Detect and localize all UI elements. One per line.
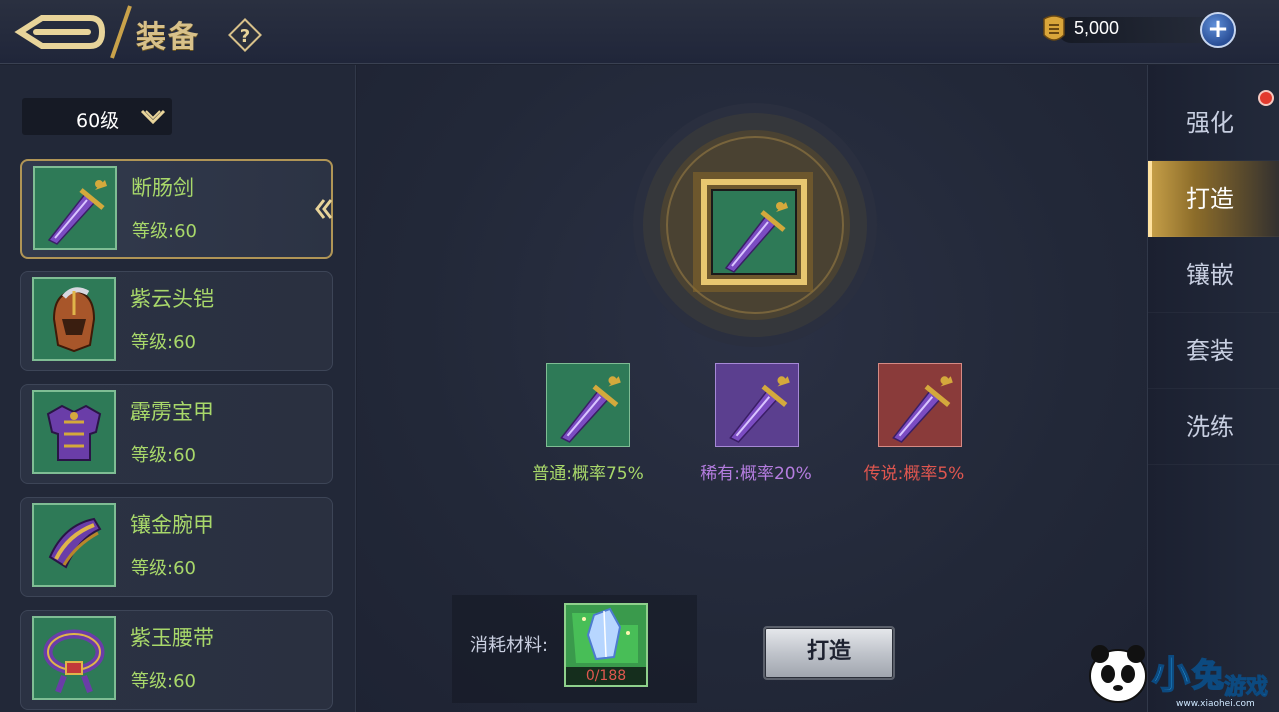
chevron-down-icon xyxy=(140,109,166,125)
equipment-level: 等级:60 xyxy=(131,671,196,692)
forge-altar xyxy=(633,103,877,347)
tab-inlay[interactable]: 镶嵌 xyxy=(1148,237,1279,313)
currency-value: 5,000 xyxy=(1074,18,1120,38)
svg-text:?: ? xyxy=(240,26,250,47)
material-label: 消耗材料: xyxy=(470,635,549,656)
svg-text:兔: 兔 xyxy=(1192,656,1224,694)
notification-dot xyxy=(1258,90,1274,106)
tab-refine[interactable]: 洗练 xyxy=(1148,389,1279,465)
material-slot[interactable]: 0/188 xyxy=(564,603,648,687)
svg-text:游戏: 游戏 xyxy=(1224,674,1268,700)
equipment-icon-frame xyxy=(32,503,116,587)
question-icon: ? xyxy=(228,18,262,52)
equipment-name: 紫玉腰带 xyxy=(130,626,214,650)
tab-label: 洗练 xyxy=(1186,413,1234,441)
equipment-item[interactable]: 镶金腕甲 等级:60 xyxy=(20,497,333,597)
back-arrow-icon xyxy=(14,15,106,49)
site-watermark-logo: 小 兔 游戏 www.xiaohei.com xyxy=(1089,645,1269,709)
equipment-name: 紫云头铠 xyxy=(130,287,214,311)
svg-text:www.xiaohei.com: www.xiaohei.com xyxy=(1176,699,1255,709)
tab-label: 打造 xyxy=(1186,185,1234,213)
equipment-level: 等级:60 xyxy=(131,558,196,579)
function-tabs: 强化 打造 镶嵌 套装 洗练 xyxy=(1147,65,1279,712)
tab-label: 镶嵌 xyxy=(1186,261,1234,289)
back-button[interactable] xyxy=(10,8,110,56)
equipment-item[interactable]: 紫云头铠 等级:60 xyxy=(20,271,333,371)
top-bar: 装备 ? 5,000 + xyxy=(0,0,1279,64)
helmet-icon xyxy=(52,287,96,353)
equipment-name: 霹雳宝甲 xyxy=(130,400,214,424)
tab-label: 强化 xyxy=(1186,109,1234,137)
level-dropdown[interactable]: 60级 xyxy=(22,98,172,135)
tab-forge[interactable]: 打造 xyxy=(1148,161,1279,237)
level-dropdown-value: 60级 xyxy=(76,110,120,132)
equipment-name: 断肠剑 xyxy=(131,176,194,200)
sword-icon xyxy=(47,180,107,245)
result-common-label: 普通:概率75% xyxy=(532,464,644,484)
equipment-icon-frame xyxy=(32,616,116,700)
bracer-icon xyxy=(48,517,102,569)
result-legendary-slot[interactable] xyxy=(878,363,962,447)
equipment-level: 等级:60 xyxy=(132,221,197,242)
equipment-item[interactable]: 紫玉腰带 等级:60 xyxy=(20,610,333,710)
svg-text:小: 小 xyxy=(1152,653,1190,697)
equipment-list-panel: 60级 断肠剑 等级:60 紫云头铠 等级:60 霹雳宝甲 等级:60 镶金腕甲… xyxy=(0,65,356,712)
material-count: 0/188 xyxy=(566,667,646,685)
equipment-item[interactable]: 霹雳宝甲 等级:60 xyxy=(20,384,333,484)
result-rare-slot[interactable] xyxy=(715,363,799,447)
armor-icon xyxy=(46,404,102,461)
crystal-material-icon xyxy=(572,607,638,663)
title-divider xyxy=(110,5,132,59)
add-currency-button[interactable]: + xyxy=(1200,12,1236,48)
collapse-arrow-icon[interactable] xyxy=(314,197,334,221)
equipment-name: 镶金腕甲 xyxy=(130,513,214,537)
equipment-level: 等级:60 xyxy=(131,332,196,353)
result-common-slot[interactable] xyxy=(546,363,630,447)
equipment-icon-frame xyxy=(32,390,116,474)
currency-display: 5,000 + xyxy=(1040,12,1236,48)
sword-icon xyxy=(560,376,621,443)
tab-label: 套装 xyxy=(1186,337,1234,365)
result-legendary-label: 传说:概率5% xyxy=(863,464,965,484)
sword-icon xyxy=(729,376,790,443)
equipment-item[interactable]: 断肠剑 等级:60 xyxy=(20,159,333,259)
result-rare-label: 稀有:概率20% xyxy=(700,464,812,484)
equipment-icon-frame xyxy=(33,166,117,250)
equipment-icon-frame xyxy=(32,277,116,361)
page-title: 装备 xyxy=(136,20,200,55)
belt-icon xyxy=(43,629,105,694)
sword-icon xyxy=(892,376,953,443)
help-button[interactable]: ? xyxy=(226,16,264,54)
tab-set[interactable]: 套装 xyxy=(1148,313,1279,389)
forge-button[interactable]: 打造 xyxy=(763,626,895,680)
equipment-level: 等级:60 xyxy=(131,445,196,466)
gold-coin-icon xyxy=(1043,15,1065,41)
